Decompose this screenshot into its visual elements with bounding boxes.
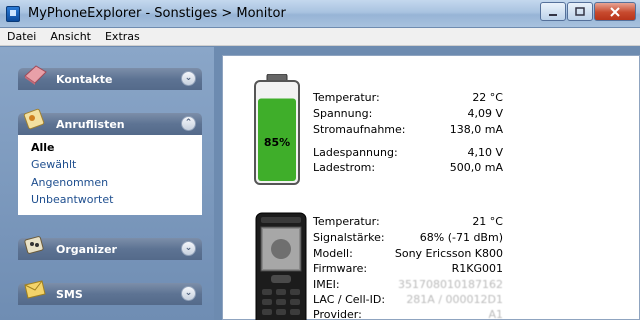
imei-label: IMEI: — [313, 278, 340, 291]
title-bar: MyPhoneExplorer - Sonstiges > Monitor — [0, 0, 640, 28]
battery-icon: 85% — [254, 74, 300, 185]
window-title: MyPhoneExplorer - Sonstiges > Monitor — [28, 6, 286, 21]
battery-voltage-label: Spannung: — [313, 107, 373, 120]
main-content: 85% Temperatur: 22 °C Spannung: 4,09 V S… — [214, 47, 640, 320]
charge-voltage-value: 4,10 V — [467, 146, 503, 159]
model-label: Modell: — [313, 247, 353, 260]
battery-level-label: 85% — [264, 136, 290, 149]
maximize-icon — [575, 6, 585, 16]
anruflisten-list: Alle Gewählt Angenommen Unbeantwortet — [18, 135, 202, 215]
charge-voltage-label: Ladespannung: — [313, 146, 398, 159]
sidebar-section-label: Anruflisten — [56, 118, 125, 131]
battery-voltage-value: 4,09 V — [467, 107, 503, 120]
menu-extras[interactable]: Extras — [98, 30, 147, 43]
chevron-down-icon[interactable]: ⌄ — [181, 286, 196, 301]
sidebar-section-label: Organizer — [56, 243, 117, 256]
lac-cellid-label: LAC / Cell-ID: — [313, 293, 386, 306]
phone-temp-value: 21 °C — [472, 215, 503, 228]
chevron-down-icon[interactable]: ⌄ — [181, 71, 196, 86]
minimize-button[interactable] — [540, 2, 566, 21]
window-controls — [540, 2, 636, 21]
organizer-icon — [24, 236, 44, 254]
phone-image — [255, 212, 307, 320]
close-icon — [610, 6, 620, 17]
provider-value: A1 — [488, 308, 503, 320]
imei-value: 351708010187162 — [398, 278, 503, 291]
chevron-down-icon[interactable]: ⌄ — [181, 241, 196, 256]
provider-label: Provider: — [313, 308, 362, 320]
sidebar-section-label: Kontakte — [56, 73, 113, 86]
battery-temp-label: Temperatur: — [313, 91, 380, 104]
charge-current-value: 500,0 mA — [449, 161, 503, 174]
maximize-button[interactable] — [567, 2, 593, 21]
sidebar-section-label: SMS — [56, 288, 83, 301]
monitor-panel: 85% Temperatur: 22 °C Spannung: 4,09 V S… — [222, 55, 640, 320]
firmware-value: R1KG001 — [451, 262, 503, 275]
sidebar-item-angenommen[interactable]: Angenommen — [31, 176, 108, 189]
battery-current-value: 138,0 mA — [449, 123, 503, 136]
minimize-icon — [549, 13, 557, 16]
sidebar: Kontakte ⌄ Anruflisten ⌃ Alle Gewählt An… — [0, 47, 214, 320]
model-value: Sony Ericsson K800 — [394, 247, 503, 260]
lac-cellid-value: 281A / 000012D1 — [406, 293, 503, 306]
menu-ansicht[interactable]: Ansicht — [43, 30, 98, 43]
sidebar-section-anruflisten[interactable]: Anruflisten ⌃ — [18, 108, 202, 135]
menu-bar: Datei Ansicht Extras — [0, 28, 640, 46]
phone-temp-label: Temperatur: — [313, 215, 380, 228]
sidebar-item-unbeantwortet[interactable]: Unbeantwortet — [31, 193, 113, 206]
chevron-up-icon[interactable]: ⌃ — [181, 116, 196, 131]
sidebar-section-sms[interactable]: SMS ⌄ — [18, 280, 202, 305]
close-button[interactable] — [594, 2, 636, 21]
battery-temp-value: 22 °C — [472, 91, 503, 104]
sidebar-item-alle[interactable]: Alle — [31, 141, 55, 154]
menu-datei[interactable]: Datei — [0, 30, 43, 43]
firmware-label: Firmware: — [313, 262, 368, 275]
signal-label: Signalstärke: — [313, 231, 385, 244]
call-lists-icon — [23, 108, 45, 130]
sms-envelope-icon — [24, 280, 46, 299]
sidebar-section-organizer[interactable]: Organizer ⌄ — [18, 236, 202, 260]
sidebar-section-kontakte[interactable]: Kontakte ⌄ — [18, 65, 202, 90]
signal-value: 68% (-71 dBm) — [419, 231, 503, 244]
sidebar-item-gewaehlt[interactable]: Gewählt — [31, 158, 76, 171]
app-icon — [6, 6, 20, 22]
contacts-book-icon — [24, 65, 47, 85]
charge-current-label: Ladestrom: — [313, 161, 376, 174]
battery-current-label: Stromaufnahme: — [313, 123, 406, 136]
